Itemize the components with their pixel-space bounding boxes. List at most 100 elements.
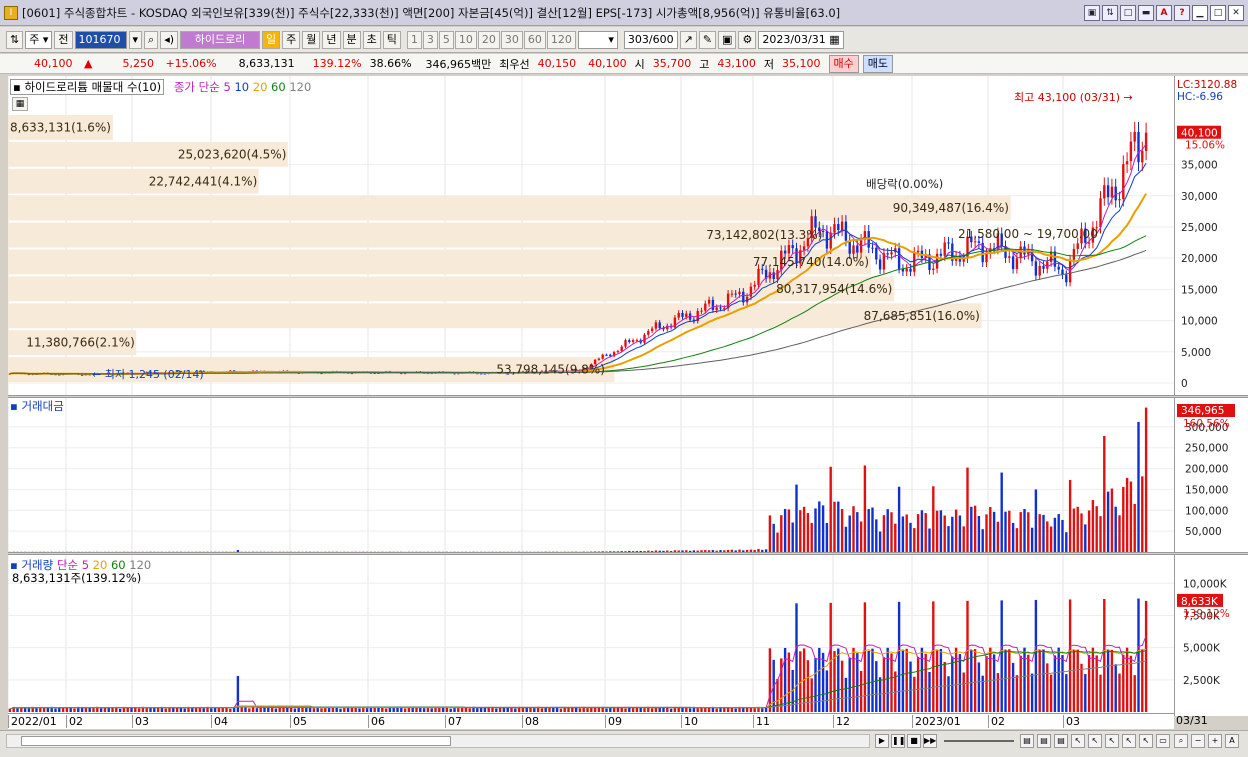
high-label: 고 [699,57,710,71]
volume-bar [616,707,620,712]
amount-bar [1068,479,1072,552]
layout-2-icon[interactable]: ▤ [1037,734,1051,748]
maximize-button[interactable]: □ [1210,5,1226,21]
zoom-slider[interactable] [944,740,1014,742]
candle-body [840,221,844,231]
tf-tick[interactable]: 틱 [382,30,401,49]
horizontal-scrollbar[interactable] [6,734,870,748]
interval-5[interactable]: 5 [438,30,454,49]
candle-body [947,242,950,244]
tool-1-icon[interactable]: ↖ [1071,734,1085,748]
candle-body [1118,199,1121,201]
pin-icon[interactable]: ⇅ [6,30,24,49]
tool-3-icon[interactable]: ↖ [1105,734,1119,748]
code-input[interactable]: 101670 [74,30,127,49]
prev-button[interactable]: 전 [54,30,73,49]
period-select[interactable]: 주 ▾ [25,30,53,49]
candle-body [597,358,601,360]
amount-bar [970,506,973,552]
candle-body [1042,265,1045,269]
close-button[interactable]: ✕ [1228,5,1244,21]
sell-button[interactable]: 매도 [862,54,894,73]
interval-dropdown[interactable]: ▾ [577,30,618,49]
help-icon[interactable]: ? [1174,5,1190,21]
link-icon[interactable]: ▣ [1084,5,1100,21]
fast-forward-icon[interactable]: ▶▶ [923,734,937,748]
candle-body [1034,261,1038,276]
zoom-out-icon[interactable]: ⌕ [1174,734,1188,748]
interval-60[interactable]: 60 [523,30,546,49]
settings-icon[interactable]: ⚙ [738,30,757,49]
candle-body [350,373,354,375]
price-change: 5,250 +15.06% [100,57,224,70]
window-icon[interactable]: □ [1120,5,1136,21]
code-dropdown[interactable]: ▾ [128,30,143,49]
pane-divider[interactable] [8,395,1248,398]
amount-bar [992,511,996,552]
interval-20[interactable]: 20 [477,30,500,49]
minus-icon[interactable]: − [1191,734,1205,748]
volume-bar [377,707,380,712]
search-icon[interactable]: ⌕ [144,30,159,49]
font-size-icon[interactable]: A [1225,734,1239,748]
print-icon[interactable]: ▭ [1156,734,1170,748]
volume-bar [818,647,821,712]
speaker-icon[interactable]: ◂) [160,30,179,49]
turnover: 38.66% [369,57,412,70]
interval-120[interactable]: 120 [546,30,576,49]
interval-3[interactable]: 3 [422,30,438,49]
line-tool-icon[interactable]: ↗ [679,30,697,49]
stop-icon[interactable]: ■ [907,734,921,748]
candle-body [700,310,703,312]
count-input[interactable]: 303/600 [623,30,678,49]
layout-3-icon[interactable]: ▤ [1054,734,1068,748]
volume-bar [145,708,148,712]
tool-2-icon[interactable]: ↖ [1088,734,1102,748]
layout-1-icon[interactable]: ▤ [1020,734,1034,748]
candle-body [1141,150,1144,163]
amount-bar [920,510,924,552]
tf-sec[interactable]: 초 [362,30,381,49]
volume-profile-label: 80,317,954(14.6%) [776,282,892,296]
tf-month[interactable]: 월 [302,30,321,49]
minimize-button[interactable]: ▁ [1192,5,1208,21]
tf-year[interactable]: 년 [322,30,341,49]
pause-icon[interactable]: ❚❚ [891,734,905,748]
interval-10[interactable]: 10 [454,30,477,49]
volume-bar [1038,649,1041,712]
interval-group: 1 3 5 10 20 30 60 120 [406,30,576,49]
volume-bar [973,649,977,712]
sync-icon[interactable]: ⇅ [1102,5,1118,21]
volume-bar [172,707,175,712]
amount-bar [1057,514,1060,552]
interval-30[interactable]: 30 [500,30,523,49]
volume-bar [726,707,730,712]
pane-divider[interactable] [8,552,1248,555]
window-title: [0601] 주식종합차트 - KOSDAQ 외국인보유[339(천)] 주식수… [22,5,841,20]
tf-min[interactable]: 분 [342,30,361,49]
save-icon[interactable]: ▣ [718,30,737,49]
volume-bar [191,707,194,712]
layout-icon[interactable]: ▬ [1138,5,1154,21]
tool-4-icon[interactable]: ↖ [1122,734,1136,748]
date-input[interactable]: 2023/03/31 ▦ [758,30,844,49]
grid-table-icon[interactable]: ▦ [12,97,28,111]
tool-5-icon[interactable]: ↖ [1139,734,1153,748]
volume-bar [643,708,646,712]
amount-bar [962,526,965,552]
tf-day[interactable]: 일 [262,30,281,49]
candle-body [909,268,912,272]
amount-bar [989,506,992,552]
draw-tool-icon[interactable]: ✎ [698,30,717,49]
scroll-thumb[interactable] [21,736,451,746]
font-icon[interactable]: A [1156,5,1172,21]
volume-y-tick: 10,000K [1183,578,1228,590]
volume-bar [1080,663,1083,712]
buy-button[interactable]: 매수 [828,54,859,73]
volume-bar [274,708,278,712]
plus-icon[interactable]: + [1208,734,1222,748]
volume-bar [16,707,19,712]
play-icon[interactable]: ▶ [875,734,889,748]
tf-week[interactable]: 주 [282,30,301,49]
interval-1[interactable]: 1 [406,30,422,49]
